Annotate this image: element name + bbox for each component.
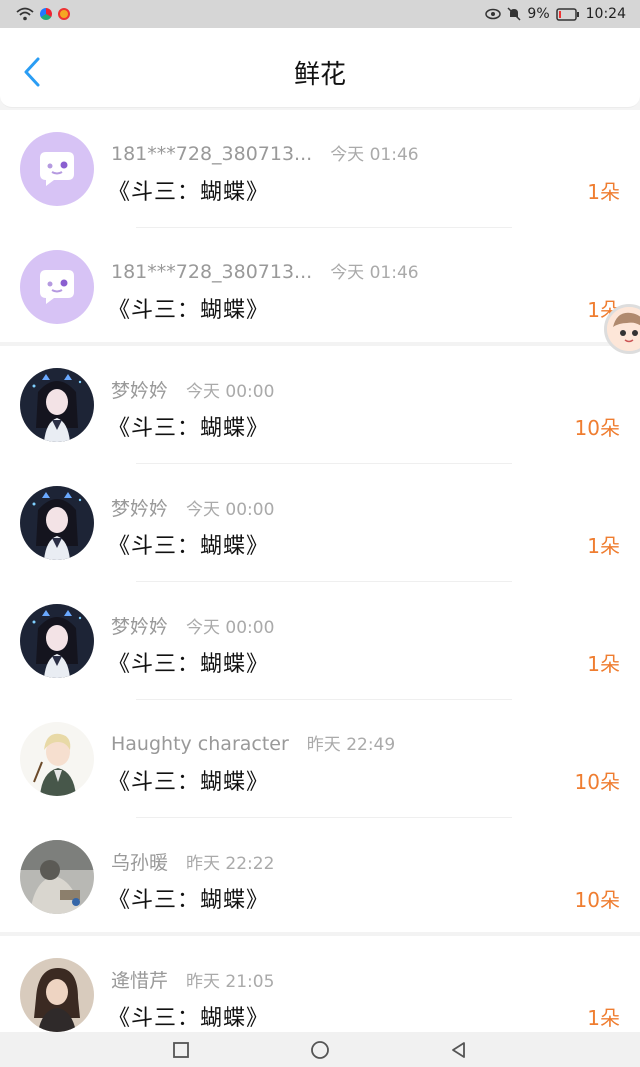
flower-count: 1朵 xyxy=(587,534,620,558)
list-item[interactable]: 181***728_380713... 今天 01:46 《斗三：蝴蝶》 1朵 xyxy=(0,228,640,346)
gift-title: 《斗三：蝴蝶》 xyxy=(108,180,270,205)
gift-title: 《斗三：蝴蝶》 xyxy=(108,888,270,913)
chat-bubble-avatar[interactable] xyxy=(20,250,94,324)
timestamp: 今天 01:46 xyxy=(330,145,419,165)
gift-title: 《斗三：蝴蝶》 xyxy=(108,416,270,441)
timestamp: 今天 01:46 xyxy=(330,263,419,283)
mute-icon xyxy=(507,7,521,21)
sender-name[interactable]: Haughty character xyxy=(111,733,289,755)
item-meta: 梦妗妗 今天 00:00 xyxy=(111,494,274,521)
sender-name[interactable]: 181***728_380713... xyxy=(111,261,312,283)
gift-title: 《斗三：蝴蝶》 xyxy=(108,770,270,795)
recent-apps-icon[interactable] xyxy=(172,1041,190,1059)
flower-count: 10朵 xyxy=(574,416,620,440)
gift-title: 《斗三：蝴蝶》 xyxy=(108,1006,270,1031)
chat-bubble-avatar[interactable] xyxy=(20,132,94,206)
item-meta: 乌孙暖 昨天 22:22 xyxy=(111,848,274,875)
timestamp: 今天 00:00 xyxy=(186,618,275,638)
item-meta: 逄惜芹 昨天 21:05 xyxy=(111,966,274,993)
timestamp: 昨天 21:05 xyxy=(186,972,275,992)
list-item[interactable]: 乌孙暖 昨天 22:22 《斗三：蝴蝶》 10朵 xyxy=(0,818,640,936)
weibo-icon xyxy=(58,8,70,20)
clock: 10:24 xyxy=(585,6,626,22)
back-icon[interactable] xyxy=(450,1041,468,1059)
flower-count: 10朵 xyxy=(574,770,620,794)
item-meta: 梦妗妗 今天 00:00 xyxy=(111,376,274,403)
gift-title: 《斗三：蝴蝶》 xyxy=(108,534,270,559)
list-item[interactable]: 梦妗妗 今天 00:00 《斗三：蝴蝶》 10朵 xyxy=(0,346,640,464)
sender-name[interactable]: 乌孙暖 xyxy=(111,848,168,875)
eye-icon xyxy=(485,8,502,20)
photo-avatar[interactable] xyxy=(20,840,94,914)
battery-icon xyxy=(555,7,579,21)
item-meta: 梦妗妗 今天 00:00 xyxy=(111,612,274,639)
anime-girl-avatar[interactable] xyxy=(20,604,94,678)
gift-title: 《斗三：蝴蝶》 xyxy=(108,298,270,323)
girl-photo-avatar[interactable] xyxy=(20,958,94,1032)
cartoon-face-icon xyxy=(607,307,640,351)
timestamp: 昨天 22:22 xyxy=(186,854,275,874)
list-item[interactable]: Haughty character 昨天 22:49 《斗三：蝴蝶》 10朵 xyxy=(0,700,640,818)
sender-name[interactable]: 梦妗妗 xyxy=(111,612,168,639)
page-title: 鲜花 xyxy=(293,60,346,90)
status-left xyxy=(16,7,70,21)
sender-name[interactable]: 梦妗妗 xyxy=(111,376,168,403)
battery-percent: 9% xyxy=(527,6,550,22)
timestamp: 今天 00:00 xyxy=(186,500,275,520)
home-icon[interactable] xyxy=(310,1040,330,1060)
sender-name[interactable]: 梦妗妗 xyxy=(111,494,168,521)
wifi-icon xyxy=(16,7,34,21)
gift-title: 《斗三：蝴蝶》 xyxy=(108,652,270,677)
timestamp: 昨天 22:49 xyxy=(306,735,396,755)
navigation-bar xyxy=(0,1032,640,1067)
item-meta: Haughty character 昨天 22:49 xyxy=(111,730,395,755)
flower-count: 10朵 xyxy=(574,888,620,912)
flower-list: 181***728_380713... 今天 01:46 《斗三：蝴蝶》 1朵 … xyxy=(0,110,640,1032)
item-meta: 181***728_380713... 今天 01:46 xyxy=(111,140,419,165)
anime-girl-avatar[interactable] xyxy=(20,368,94,442)
list-item[interactable]: 梦妗妗 今天 00:00 《斗三：蝴蝶》 1朵 xyxy=(0,464,640,582)
list-item[interactable]: 梦妗妗 今天 00:00 《斗三：蝴蝶》 1朵 xyxy=(0,582,640,700)
app-badge-icon xyxy=(40,8,52,20)
status-bar: 9% 10:24 xyxy=(0,0,640,28)
flower-count: 1朵 xyxy=(587,652,620,676)
sender-name[interactable]: 逄惜芹 xyxy=(111,966,168,993)
flower-count: 1朵 xyxy=(587,180,620,204)
status-right: 9% 10:24 xyxy=(485,6,626,22)
list-item[interactable]: 逄惜芹 昨天 21:05 《斗三：蝴蝶》 1朵 xyxy=(0,936,640,1032)
header: 鲜花 xyxy=(0,28,640,108)
anime-girl-avatar[interactable] xyxy=(20,486,94,560)
blonde-boy-avatar[interactable] xyxy=(20,722,94,796)
sender-name[interactable]: 181***728_380713... xyxy=(111,143,312,165)
item-meta: 181***728_380713... 今天 01:46 xyxy=(111,258,419,283)
list-item[interactable]: 181***728_380713... 今天 01:46 《斗三：蝴蝶》 1朵 xyxy=(0,110,640,228)
timestamp: 今天 00:00 xyxy=(186,382,275,402)
flower-count: 1朵 xyxy=(587,1006,620,1030)
